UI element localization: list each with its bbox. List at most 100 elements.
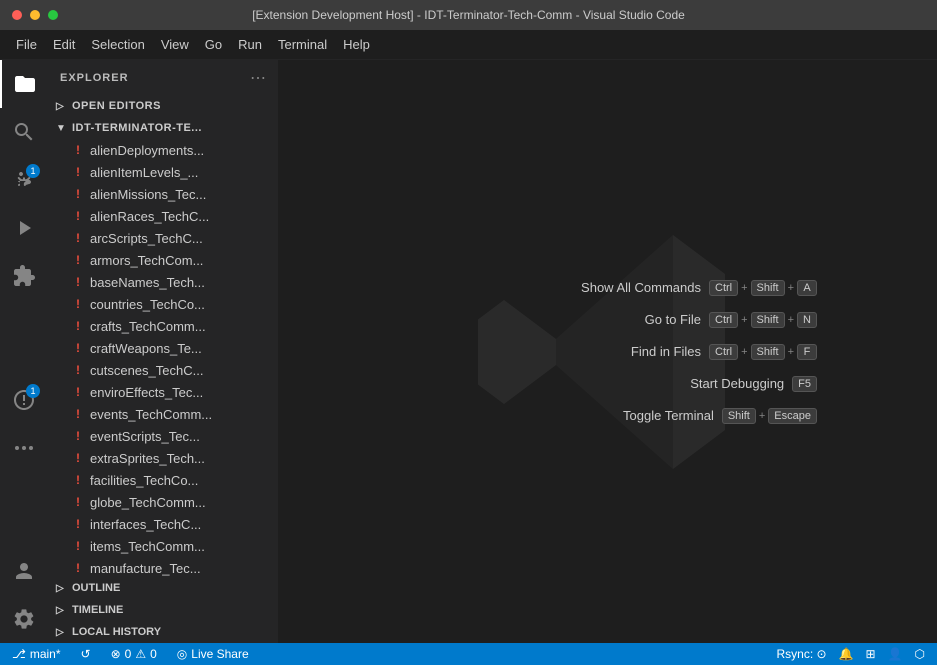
list-item[interactable]: !alienRaces_TechC... bbox=[48, 205, 278, 227]
list-item[interactable]: !cutscenes_TechC... bbox=[48, 359, 278, 381]
activity-extensions[interactable] bbox=[0, 252, 48, 300]
list-item[interactable]: ! crafts_TechComm... bbox=[48, 315, 278, 337]
error-icon: ⊗ bbox=[111, 647, 121, 661]
list-item[interactable]: !globe_TechComm... bbox=[48, 491, 278, 513]
shortcut-go-to-file-keys: Ctrl + Shift + N bbox=[709, 312, 817, 328]
file-name: manufacture_Tec... bbox=[90, 561, 201, 576]
status-icon3[interactable]: 👤 bbox=[884, 647, 907, 661]
status-live-share[interactable]: ◎ Live Share bbox=[173, 647, 253, 661]
welcome-shortcuts: Show All Commands Ctrl + Shift + A Go to… bbox=[581, 280, 817, 424]
menu-view[interactable]: View bbox=[153, 33, 197, 56]
list-item[interactable]: ! craftWeapons_Te... bbox=[48, 337, 278, 359]
key-ctrl3: Ctrl bbox=[709, 344, 738, 360]
file-name: alienRaces_TechC... bbox=[90, 209, 209, 224]
menu-file[interactable]: File bbox=[8, 33, 45, 56]
shortcut-start-debugging-label: Start Debugging bbox=[690, 376, 784, 391]
list-item[interactable]: !alienDeployments... bbox=[48, 139, 278, 161]
key-n: N bbox=[797, 312, 817, 328]
live-share-icon: ◎ bbox=[177, 647, 187, 661]
rsync-label: Rsync: ⊙ bbox=[776, 647, 826, 661]
activity-source-control[interactable]: 1 bbox=[0, 156, 48, 204]
activity-more[interactable] bbox=[0, 424, 48, 472]
menu-edit[interactable]: Edit bbox=[45, 33, 83, 56]
project-label: IDT-TERMINATOR-TE... bbox=[72, 122, 202, 134]
activity-run[interactable] bbox=[0, 204, 48, 252]
list-item[interactable]: !baseNames_Tech... bbox=[48, 271, 278, 293]
activity-account[interactable] bbox=[0, 547, 48, 595]
list-item[interactable]: !arcScripts_TechC... bbox=[48, 227, 278, 249]
titlebar-mac-controls bbox=[12, 0, 58, 30]
file-warning-icon: ! bbox=[70, 340, 86, 356]
status-icon2[interactable]: ⊞ bbox=[862, 647, 880, 661]
file-warning-icon: ! bbox=[70, 164, 86, 180]
list-item[interactable]: !countries_TechCo... bbox=[48, 293, 278, 315]
activity-bar: 1 1 bbox=[0, 60, 48, 643]
file-name: globe_TechComm... bbox=[90, 495, 206, 510]
shortcut-go-to-file: Go to File Ctrl + Shift + N bbox=[581, 312, 817, 328]
list-item[interactable]: !interfaces_TechC... bbox=[48, 513, 278, 535]
timeline-section[interactable]: ▷ Timeline bbox=[48, 599, 278, 621]
key-shift: Shift bbox=[751, 280, 785, 296]
key-ctrl2: Ctrl bbox=[709, 312, 738, 328]
person-icon: 👤 bbox=[888, 647, 903, 661]
minimize-btn[interactable] bbox=[30, 10, 40, 20]
file-warning-icon: ! bbox=[70, 428, 86, 444]
list-item[interactable]: !enviroEffects_Tec... bbox=[48, 381, 278, 403]
menu-help[interactable]: Help bbox=[335, 33, 378, 56]
status-branch[interactable]: ⎇ main* bbox=[8, 647, 65, 661]
list-item[interactable]: ! eventScripts_Tec... bbox=[48, 425, 278, 447]
shortcut-go-to-file-label: Go to File bbox=[645, 312, 701, 327]
file-name: eventScripts_Tec... bbox=[90, 429, 200, 444]
project-section[interactable]: ▼ IDT-TERMINATOR-TE... bbox=[48, 117, 278, 139]
list-item[interactable]: !alienItemLevels_... bbox=[48, 161, 278, 183]
file-name: countries_TechCo... bbox=[90, 297, 205, 312]
main-layout: 1 1 Explorer ⋯ bbox=[0, 60, 937, 643]
outline-section[interactable]: ▷ Outline bbox=[48, 577, 278, 599]
list-item[interactable]: !extraSprites_Tech... bbox=[48, 447, 278, 469]
sidebar-header: Explorer ⋯ bbox=[48, 60, 278, 95]
maximize-btn[interactable] bbox=[48, 10, 58, 20]
shortcut-show-commands-label: Show All Commands bbox=[581, 280, 701, 295]
menu-terminal[interactable]: Terminal bbox=[270, 33, 335, 56]
remote-icon: ⬡ bbox=[915, 647, 925, 661]
status-rsync[interactable]: Rsync: ⊙ bbox=[772, 647, 830, 661]
file-name: crafts_TechComm... bbox=[90, 319, 206, 334]
status-errors[interactable]: ⊗ 0 ⚠ 0 bbox=[107, 647, 161, 661]
list-item[interactable]: !manufacture_Tec... bbox=[48, 557, 278, 577]
status-icon1[interactable]: 🔔 bbox=[835, 647, 858, 661]
open-editors-label: Open Editors bbox=[72, 100, 161, 112]
file-name: craftWeapons_Te... bbox=[90, 341, 202, 356]
list-item[interactable]: !events_TechComm... bbox=[48, 403, 278, 425]
file-warning-icon: ! bbox=[70, 472, 86, 488]
activity-search[interactable] bbox=[0, 108, 48, 156]
sync-icon: ↺ bbox=[81, 647, 91, 661]
shortcut-start-debugging: Start Debugging F5 bbox=[581, 376, 817, 392]
file-warning-icon: ! bbox=[70, 274, 86, 290]
list-item[interactable]: !items_TechComm... bbox=[48, 535, 278, 557]
menu-go[interactable]: Go bbox=[197, 33, 230, 56]
list-item[interactable]: !armors_TechCom... bbox=[48, 249, 278, 271]
shortcut-show-commands-keys: Ctrl + Shift + A bbox=[709, 280, 817, 296]
status-sync[interactable]: ↺ bbox=[77, 647, 95, 661]
activity-settings[interactable] bbox=[0, 595, 48, 643]
shortcut-find-files-label: Find in Files bbox=[631, 344, 701, 359]
activity-remote[interactable]: 1 bbox=[0, 376, 48, 424]
open-editors-section[interactable]: ▷ Open Editors bbox=[48, 95, 278, 117]
local-history-section[interactable]: ▷ Local History bbox=[48, 621, 278, 643]
file-warning-icon: ! bbox=[70, 186, 86, 202]
file-name: items_TechComm... bbox=[90, 539, 205, 554]
menu-run[interactable]: Run bbox=[230, 33, 270, 56]
menu-selection[interactable]: Selection bbox=[83, 33, 152, 56]
branch-name: main* bbox=[30, 647, 61, 661]
window-title: [Extension Development Host] - IDT-Termi… bbox=[252, 8, 685, 22]
close-btn[interactable] bbox=[12, 10, 22, 20]
list-item[interactable]: !facilities_TechCo... bbox=[48, 469, 278, 491]
key-shift3: Shift bbox=[751, 344, 785, 360]
file-name: interfaces_TechC... bbox=[90, 517, 201, 532]
sidebar-menu-btn[interactable]: ⋯ bbox=[250, 68, 266, 88]
file-warning-icon: ! bbox=[70, 318, 86, 334]
project-chevron: ▼ bbox=[56, 123, 72, 134]
list-item[interactable]: !alienMissions_Tec... bbox=[48, 183, 278, 205]
activity-files[interactable] bbox=[0, 60, 48, 108]
status-remote-badge[interactable]: ⬡ bbox=[911, 647, 929, 661]
